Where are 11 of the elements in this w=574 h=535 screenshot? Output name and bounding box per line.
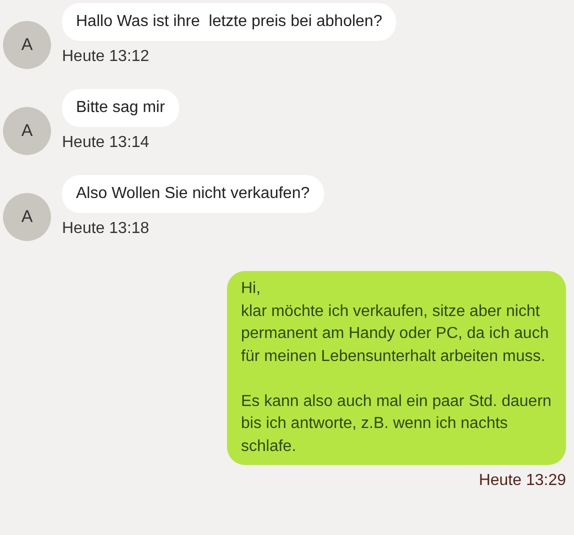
avatar: A xyxy=(3,107,51,155)
message-time: Heute 13:18 xyxy=(62,219,150,239)
message-bubble: Hallo Was ist ihre letzte preis bei abholen? xyxy=(62,3,396,41)
message-time: Heute 13:12 xyxy=(62,47,150,67)
message-bubble: Hi, klar möchte ich verkaufen, sitze aber nicht permanent am Handy oder PC, da ich auch für meinen Lebensunterhalt arbeiten muss. Es kann also auch mal ein paar Std. dauern bis ich antworte, z.B. wenn ich nachts schlafe. xyxy=(227,271,566,465)
message-time: Heute 13:14 xyxy=(62,133,150,153)
avatar: A xyxy=(3,21,51,69)
message-bubble: Also Wollen Sie nicht verkaufen? xyxy=(62,175,324,213)
avatar: A xyxy=(3,193,51,241)
message-time: Heute 13:29 xyxy=(478,471,566,491)
message-bubble: Bitte sag mir xyxy=(62,89,179,127)
